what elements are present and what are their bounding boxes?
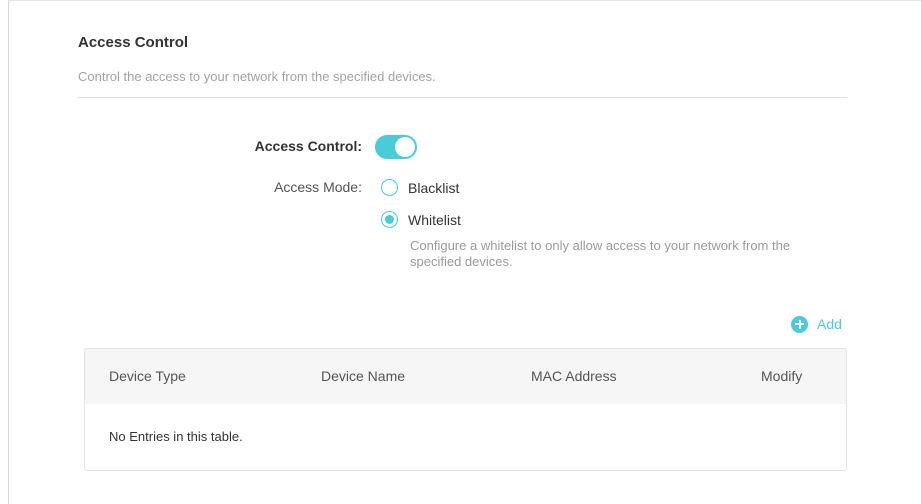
column-header-mac-address: MAC Address: [531, 368, 617, 384]
toggle-knob: [395, 137, 415, 157]
column-header-device-type: Device Type: [109, 368, 186, 384]
table-header: Device Type Device Name MAC Address Modi…: [85, 349, 846, 404]
add-label: Add: [817, 316, 842, 332]
section-title: Access Control: [78, 34, 189, 51]
add-button[interactable]: Add: [791, 314, 842, 334]
empty-table-message: No Entries in this table.: [109, 429, 243, 444]
plus-circle-icon: [791, 315, 808, 333]
blacklist-radio[interactable]: [381, 179, 398, 196]
divider: [78, 97, 847, 98]
access-control-toggle[interactable]: [375, 135, 417, 159]
access-control-label: Access Control:: [254, 138, 362, 154]
whitelist-label[interactable]: Whitelist: [408, 212, 461, 228]
access-mode-label: Access Mode:: [274, 179, 362, 195]
whitelist-hint: Configure a whitelist to only allow acce…: [410, 238, 791, 269]
device-table: Device Type Device Name MAC Address Modi…: [84, 348, 847, 471]
blacklist-label[interactable]: Blacklist: [408, 180, 459, 196]
section-description: Control the access to your network from …: [78, 69, 436, 84]
column-header-modify: Modify: [761, 368, 803, 384]
whitelist-radio[interactable]: [381, 211, 398, 228]
column-header-device-name: Device Name: [321, 368, 406, 384]
